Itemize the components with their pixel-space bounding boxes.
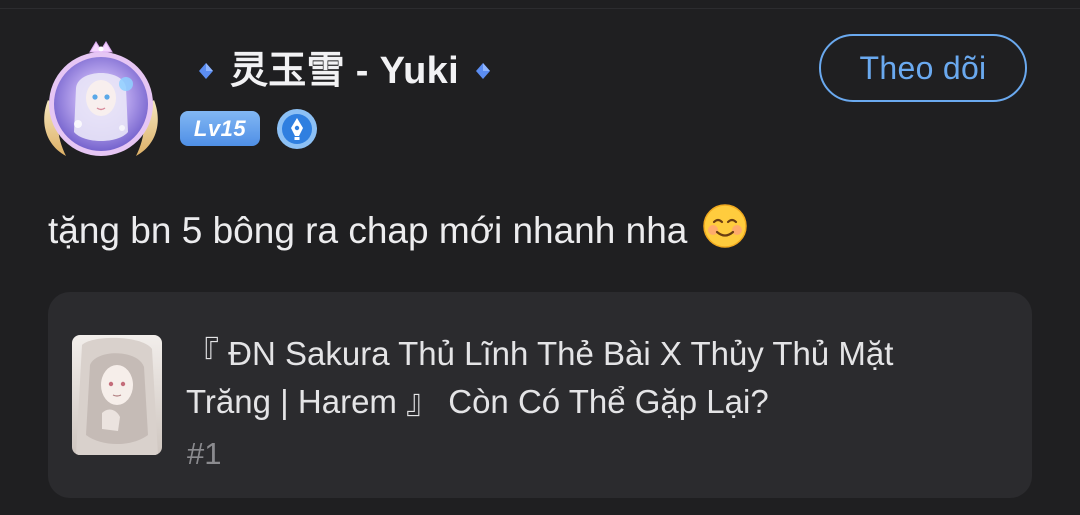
- diamond-icon: [199, 63, 213, 79]
- story-title: 『 ĐN Sakura Thủ Lĩnh Thẻ Bài X Thủy Thủ …: [186, 335, 894, 420]
- comment-text: tặng bn 5 bông ra chap mới nhanh nha: [48, 210, 688, 251]
- username-row: 灵玉雪 - Yuki: [196, 46, 493, 96]
- pen-badge-icon: [277, 109, 317, 149]
- level-badge: Lv15: [180, 111, 260, 146]
- follow-button[interactable]: Theo dõi: [819, 34, 1027, 102]
- story-card[interactable]: 『 ĐN Sakura Thủ Lĩnh Thẻ Bài X Thủy Thủ …: [48, 292, 1032, 498]
- avatar-frame-icon: [44, 41, 158, 156]
- level-label: Lv15: [193, 115, 247, 141]
- diamond-icon: [475, 63, 490, 79]
- top-divider: [0, 8, 1080, 9]
- username[interactable]: 灵玉雪 - Yuki: [230, 46, 459, 96]
- comment-body: tặng bn 5 bông ra chap mới nhanh nha: [48, 203, 748, 259]
- story-cover-image: [72, 335, 162, 455]
- user-avatar[interactable]: [38, 40, 164, 164]
- follow-button-label: Theo dõi: [859, 49, 987, 86]
- smiling-face-icon: [702, 204, 747, 248]
- story-cover: [72, 335, 162, 455]
- chapter-number: #1: [187, 436, 222, 471]
